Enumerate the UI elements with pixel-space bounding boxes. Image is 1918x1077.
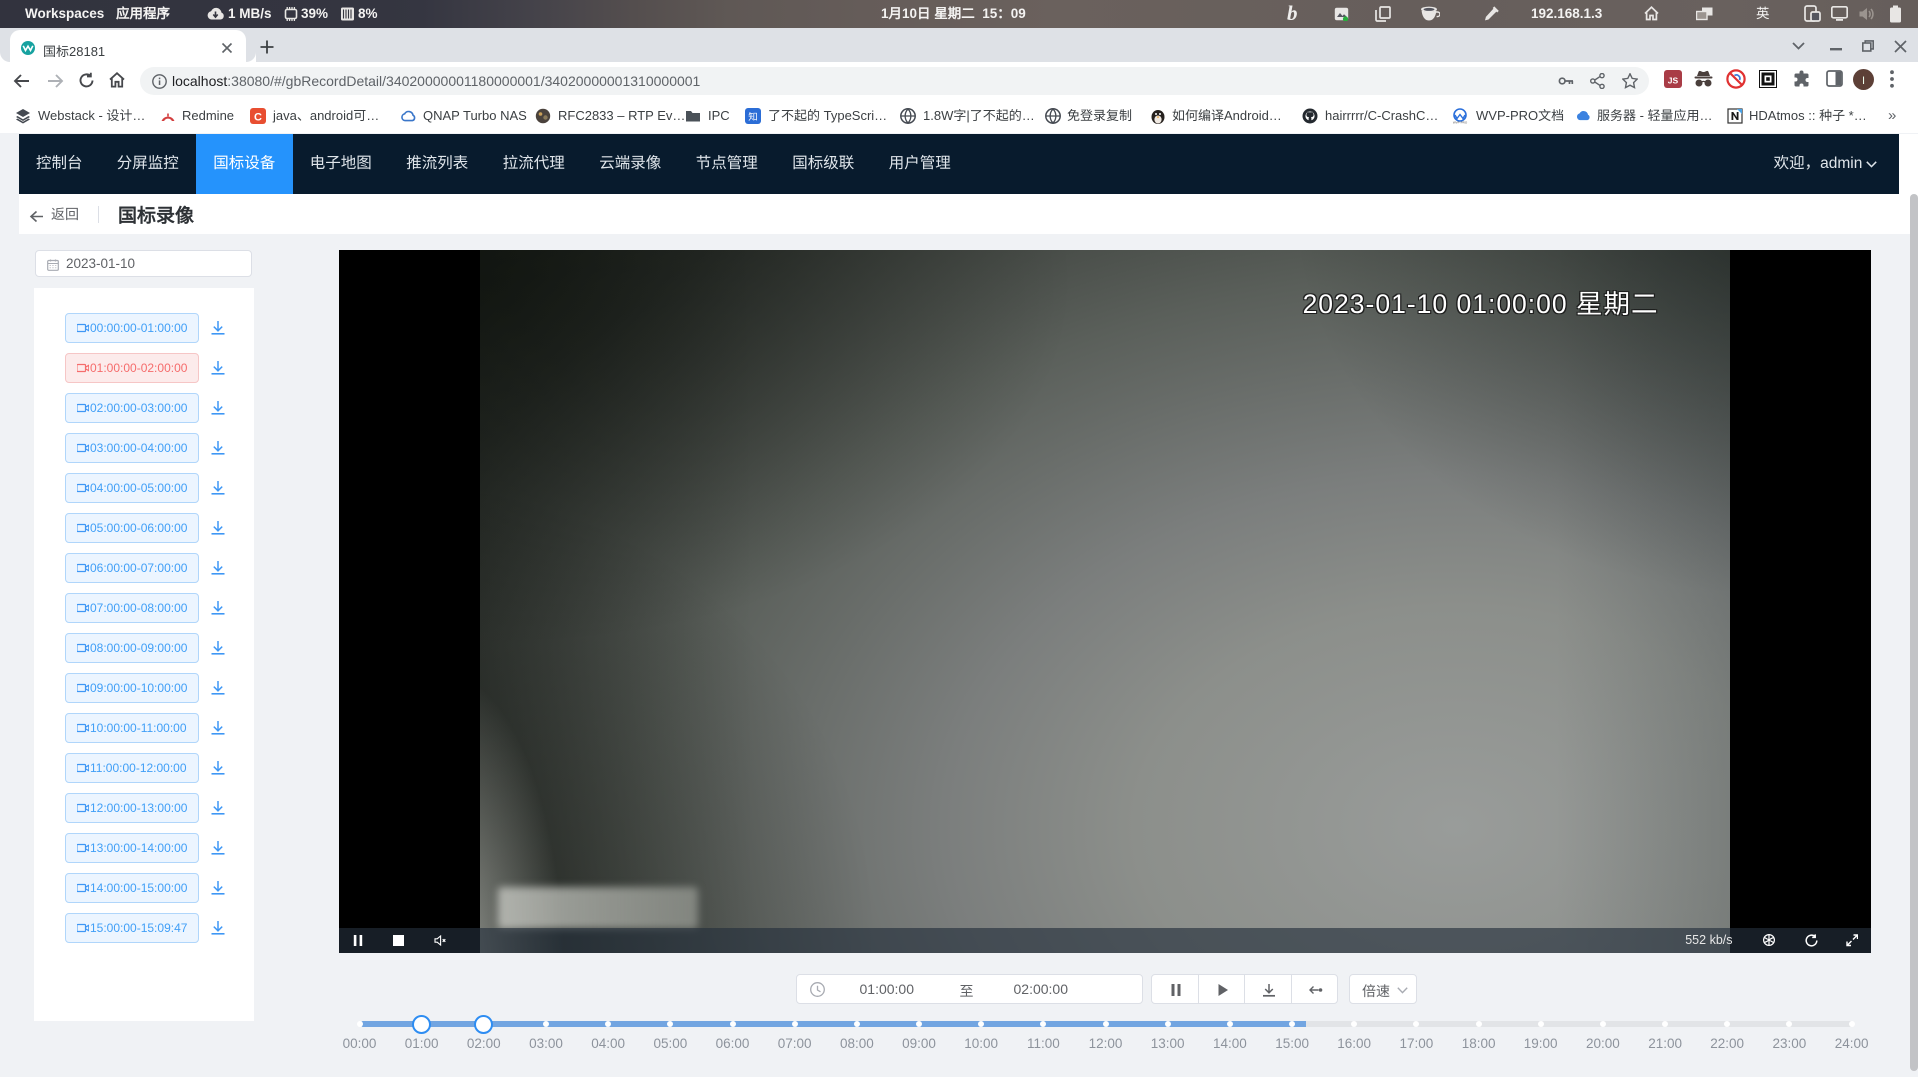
svg-text:I: I [1862, 75, 1865, 87]
svg-text:WVP·PRO: WVP·PRO [1453, 121, 1468, 125]
svg-text:知: 知 [748, 109, 758, 123]
svg-text:JS: JS [1668, 76, 1679, 86]
svg-text:C: C [254, 112, 262, 124]
